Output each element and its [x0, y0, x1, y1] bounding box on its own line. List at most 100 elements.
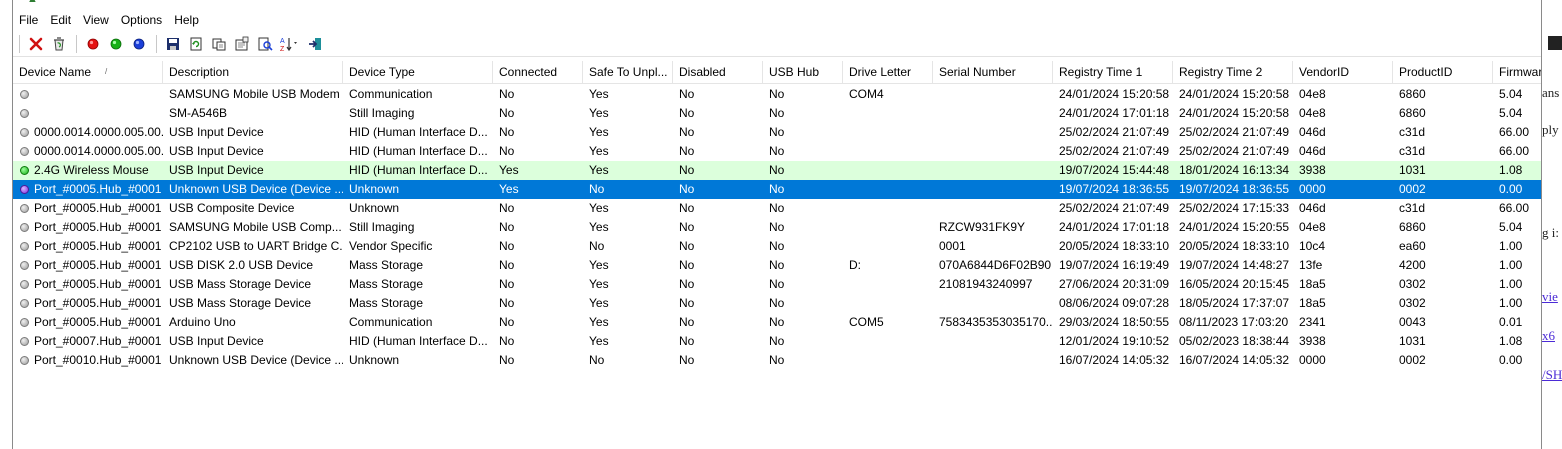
- cell-registry-time-1: 24/01/2024 17:01:18: [1059, 106, 1170, 120]
- table-row-selected[interactable]: Port_#0005.Hub_#0001 Unknown USB Device (…: [13, 180, 1541, 199]
- cell-vendor-id: 10c4: [1299, 239, 1326, 253]
- cell-device-type: Unknown: [349, 201, 400, 215]
- cell-vendor-id: 18a5: [1299, 277, 1326, 291]
- enable-button[interactable]: [106, 34, 126, 54]
- sort-indicator-icon: /: [105, 67, 108, 76]
- purple-status-icon: [20, 185, 29, 194]
- cell-serial-number: 0001: [939, 239, 966, 253]
- gray-status-icon: [20, 204, 29, 213]
- column-header-device-type[interactable]: Device Type: [343, 61, 493, 83]
- cell-description: SM-A546B: [169, 106, 228, 120]
- column-header-product-id[interactable]: ProductID: [1393, 61, 1493, 83]
- table-row[interactable]: Port_#0005.Hub_#0001 USB DISK 2.0 USB Dev…: [13, 256, 1541, 275]
- cell-registry-time-2: 24/01/2024 15:20:55: [1179, 220, 1290, 234]
- sort-button[interactable]: AZ: [278, 34, 302, 54]
- cell-serial-number: [933, 180, 1053, 199]
- cell-device-type: Unknown: [349, 182, 400, 196]
- menu-edit[interactable]: Edit: [44, 10, 77, 30]
- recycle-button[interactable]: [49, 34, 69, 54]
- column-header-connected[interactable]: Connected: [493, 61, 583, 83]
- gray-status-icon: [20, 147, 29, 156]
- gray-status-icon: [20, 109, 29, 118]
- save-button[interactable]: [163, 34, 183, 54]
- find-icon: [258, 37, 273, 51]
- background-link[interactable]: /SH: [1542, 367, 1562, 383]
- table-row[interactable]: 0000.0014.0000.005.00... USB Input Device…: [13, 142, 1541, 161]
- table-row[interactable]: Port_#0005.Hub_#0001 CP2102 USB to UART B…: [13, 237, 1541, 256]
- green-status-icon: [20, 166, 29, 175]
- table-row[interactable]: Port_#0010.Hub_#0001 Unknown USB Device (…: [13, 351, 1541, 370]
- cell-vendor-id: 0000: [1299, 353, 1326, 367]
- cell-disabled: No: [679, 296, 695, 310]
- cell-firmware: 1.00: [1499, 258, 1523, 272]
- cell-registry-time-2: 18/05/2024 17:37:07: [1179, 296, 1290, 310]
- disable-button[interactable]: [83, 34, 103, 54]
- column-header-registry-time-1[interactable]: Registry Time 1: [1053, 61, 1173, 83]
- table-row[interactable]: Port_#0005.Hub_#0001 USB Composite Device…: [13, 199, 1541, 218]
- menu-file[interactable]: File: [13, 10, 44, 30]
- uninstall-button[interactable]: [26, 34, 46, 54]
- cell-description: USB Input Device: [169, 144, 264, 158]
- table-row[interactable]: Port_#0005.Hub_#0001 USB Mass Storage Dev…: [13, 275, 1541, 294]
- cell-registry-time-2: 24/01/2024 15:20:58: [1179, 87, 1290, 101]
- cell-drive-letter: [843, 351, 933, 370]
- find-button[interactable]: [255, 34, 275, 54]
- background-text: ply: [1542, 122, 1559, 137]
- background-text: ans: [1542, 85, 1560, 100]
- cell-firmware: 1.00: [1499, 239, 1523, 253]
- table-row[interactable]: SM-A546B Still Imaging No Yes No No 24/01/2024…: [13, 104, 1541, 123]
- refresh-button[interactable]: [186, 34, 206, 54]
- table-row[interactable]: 2.4G Wireless Mouse USB Input Device HID (…: [13, 161, 1541, 180]
- cell-usb-hub: No: [769, 315, 785, 329]
- table-row[interactable]: Port_#0005.Hub_#0001 USB Mass Storage Dev…: [13, 294, 1541, 313]
- column-header-disabled[interactable]: Disabled: [673, 61, 763, 83]
- column-header-drive-letter[interactable]: Drive Letter: [843, 61, 933, 83]
- connect-button[interactable]: [129, 34, 149, 54]
- cell-registry-time-2: 19/07/2024 18:36:55: [1179, 182, 1290, 196]
- table-row[interactable]: Port_#0007.Hub_#0001 USB Input Device HID …: [13, 332, 1541, 351]
- cell-connected: No: [499, 239, 515, 253]
- cell-vendor-id: 04e8: [1299, 87, 1326, 101]
- table-row[interactable]: Port_#0005.Hub_#0001 SAMSUNG Mobile USB C…: [13, 218, 1541, 237]
- cell-firmware: 1.08: [1499, 334, 1523, 348]
- cell-registry-time-1: 19/07/2024 15:44:48: [1059, 163, 1170, 177]
- menu-options[interactable]: Options: [115, 10, 168, 30]
- exit-button[interactable]: [305, 34, 325, 54]
- cell-device-name: Port_#0005.Hub_#0001: [13, 275, 163, 294]
- column-header-registry-time-2[interactable]: Registry Time 2: [1173, 61, 1293, 83]
- table-row[interactable]: SAMSUNG Mobile USB Modem Communication No Y…: [13, 85, 1541, 104]
- table-row[interactable]: 0000.0014.0000.005.00... USB Input Device…: [13, 123, 1541, 142]
- cell-device-type: HID (Human Interface D...: [349, 144, 488, 158]
- menu-view[interactable]: View: [77, 10, 115, 30]
- cell-registry-time-2: 20/05/2024 18:33:10: [1179, 239, 1290, 253]
- properties-button[interactable]: [232, 34, 252, 54]
- table-row[interactable]: Port_#0005.Hub_#0001 Arduino Uno Communica…: [13, 313, 1541, 332]
- device-name-text: Port_#0005.Hub_#0001: [34, 220, 162, 234]
- title-bar: ▲: [13, 0, 1541, 8]
- cell-safe-to-unplug: Yes: [589, 334, 609, 348]
- cell-device-name: 2.4G Wireless Mouse: [13, 161, 163, 180]
- column-header-safe-to-unplug[interactable]: Safe To Unpl...: [583, 61, 673, 83]
- cell-drive-letter: [843, 199, 933, 218]
- cell-connected: No: [499, 201, 515, 215]
- column-header-usb-hub[interactable]: USB Hub: [763, 61, 843, 83]
- cell-disabled: No: [679, 239, 695, 253]
- column-header-serial-number[interactable]: Serial Number: [933, 61, 1053, 83]
- gray-status-icon: [20, 356, 29, 365]
- menu-help[interactable]: Help: [168, 10, 205, 30]
- column-header-description[interactable]: Description: [163, 61, 343, 83]
- cell-safe-to-unplug: Yes: [589, 144, 609, 158]
- copy-button[interactable]: [209, 34, 229, 54]
- device-list[interactable]: Device Name / Description Device Type Connec…: [13, 61, 1541, 449]
- background-link[interactable]: vie: [1542, 289, 1558, 305]
- cell-firmware: 0.00: [1499, 353, 1523, 367]
- app-icon: ▲: [27, 0, 38, 5]
- cell-product-id: 1031: [1399, 163, 1426, 177]
- cell-device-type: HID (Human Interface D...: [349, 163, 488, 177]
- column-header-device-name[interactable]: Device Name /: [13, 61, 163, 83]
- column-header-vendor-id[interactable]: VendorID: [1293, 61, 1393, 83]
- cell-drive-letter: [843, 237, 933, 256]
- background-link[interactable]: x6: [1542, 328, 1555, 344]
- column-header-firmware[interactable]: Firmware: [1493, 61, 1541, 83]
- gray-status-icon: [20, 337, 29, 346]
